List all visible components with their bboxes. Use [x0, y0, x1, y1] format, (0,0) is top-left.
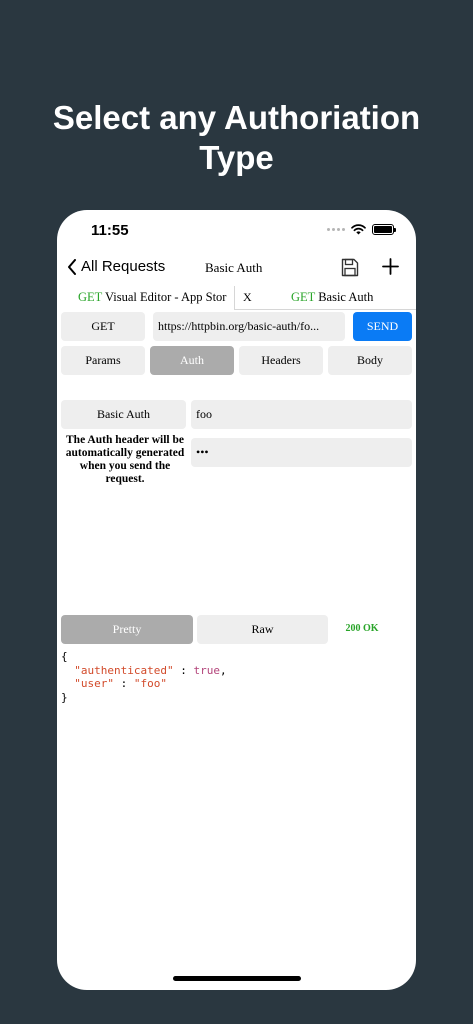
battery-icon [372, 224, 396, 235]
tab-body[interactable]: Body [328, 346, 412, 375]
pretty-tab[interactable]: Pretty [61, 615, 193, 644]
json-key-user: "user" [74, 677, 114, 690]
status-icons [327, 224, 396, 235]
page-title: Basic Auth [205, 260, 263, 275]
method-select[interactable]: GET [61, 312, 145, 341]
tab-auth[interactable]: Auth [150, 346, 234, 375]
password-field[interactable]: ••• [191, 438, 412, 467]
request-tab-basic-auth[interactable]: GET Basic Auth [291, 286, 411, 308]
json-comma: , [219, 663, 227, 677]
response-status-badge: 200 OK [345, 623, 379, 634]
wifi-icon [351, 224, 366, 235]
status-time: 11:55 [91, 222, 129, 239]
json-separator: : [173, 663, 194, 677]
json-separator: : [114, 677, 134, 690]
save-button[interactable] [341, 258, 359, 282]
headline-line-2: Type [199, 139, 274, 176]
raw-tab[interactable]: Raw [197, 615, 328, 644]
headline: Select any Authoriation Type [0, 98, 473, 178]
home-indicator [173, 976, 301, 981]
response-body: { "authenticated" : true, "user" : "foo"… [61, 650, 227, 704]
tab-divider [234, 286, 235, 310]
plus-icon [382, 258, 399, 275]
url-input[interactable]: https://httpbin.org/basic-auth/fo... [153, 312, 345, 341]
send-button[interactable]: SEND [353, 312, 412, 341]
phone-screen: 11:55 All Requests Basic Auth GET Visual… [57, 210, 416, 990]
signal-icon [327, 228, 345, 231]
close-tab-button[interactable]: X [243, 286, 252, 308]
json-value-user: "foo" [133, 677, 167, 690]
active-tab-underline [235, 309, 416, 310]
back-button-label: All Requests [81, 258, 166, 275]
back-button[interactable]: All Requests [67, 258, 165, 275]
chevron-left-icon [68, 258, 76, 275]
request-tab-method: GET [78, 290, 103, 304]
request-tabs: GET Visual Editor - App Stor X GET Basic… [57, 286, 416, 310]
request-tab-visual-editor[interactable]: GET Visual Editor - App Stor [78, 286, 233, 308]
floppy-disk-icon [341, 258, 359, 277]
request-tab-label: Visual Editor - App Stor [104, 290, 227, 304]
auth-note: The Auth header will be automatically ge… [65, 434, 185, 485]
json-open-brace: { [61, 650, 68, 663]
add-request-button[interactable] [382, 258, 399, 280]
username-field[interactable]: foo [191, 400, 412, 429]
json-value-authenticated: true [193, 663, 220, 677]
tab-params[interactable]: Params [61, 346, 145, 375]
request-tab-label: Basic Auth [318, 290, 374, 304]
auth-type-select[interactable]: Basic Auth [61, 400, 186, 429]
tab-headers[interactable]: Headers [239, 346, 323, 375]
navigation-bar: All Requests Basic Auth [57, 252, 416, 284]
request-tab-method: GET [291, 290, 316, 304]
headline-line-1: Select any Authoriation [52, 99, 421, 136]
json-key-authenticated: "authenticated" [74, 663, 174, 677]
json-close-brace: } [61, 690, 68, 704]
